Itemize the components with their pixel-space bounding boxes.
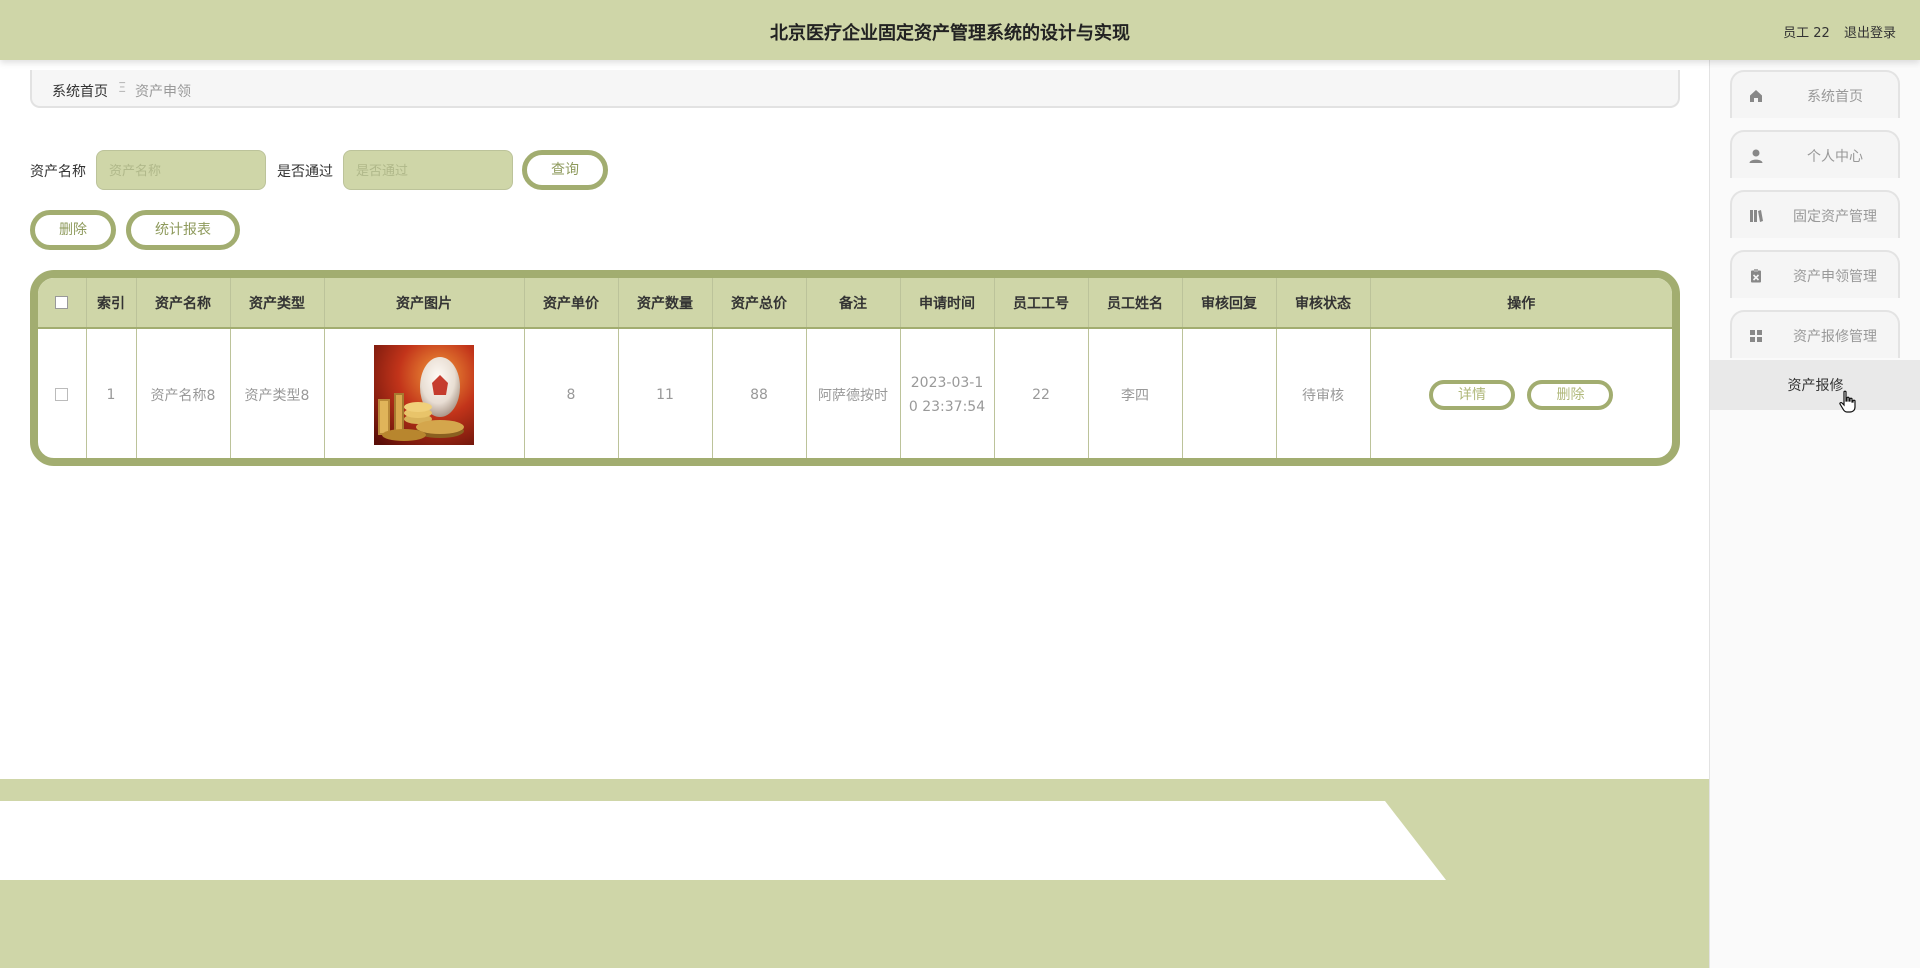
menu-item-fixed-assets[interactable]: 固定资产管理 (1730, 190, 1900, 238)
row-delete-button[interactable]: 删除 (1527, 379, 1614, 410)
menu-item-repair-management[interactable]: 资产报修管理 (1730, 310, 1900, 358)
cell-total: 88 (712, 328, 807, 458)
pass-input[interactable] (343, 150, 513, 190)
col-header-image: 资产图片 (324, 278, 525, 329)
cell-index: 1 (86, 328, 137, 458)
submenu-label-asset-repair: 资产报修 (1787, 378, 1844, 394)
asset-thumbnail (374, 344, 474, 445)
pass-label: 是否通过 (277, 164, 333, 180)
clipboard-icon (1751, 269, 1761, 283)
col-header-name: 资产名称 (136, 278, 231, 329)
cell-status: 待审核 (1276, 328, 1371, 458)
cell-remark: 阿萨德按时 (806, 328, 901, 458)
hand-cursor-icon (1839, 390, 1856, 413)
menu-label-fixed-assets: 固定资产管理 (1793, 209, 1877, 225)
menu-label-profile: 个人中心 (1807, 149, 1863, 165)
col-header-time: 申请时间 (900, 278, 995, 329)
user-icon (1749, 149, 1763, 163)
delete-button[interactable]: 删除 (30, 210, 116, 250)
logout-link[interactable]: 退出登录 (1844, 26, 1896, 41)
cell-image (324, 328, 525, 458)
cell-emp-no: 22 (994, 328, 1089, 458)
col-header-status: 审核状态 (1276, 278, 1371, 329)
breadcrumb-separator: Ξ (118, 81, 127, 96)
report-button[interactable]: 统计报表 (126, 210, 240, 250)
cell-type: 资产类型8 (230, 328, 325, 458)
table-header-row: 索引 资产名称 资产类型 资产图片 资产单价 资产数量 资产总价 备注 申请时间… (38, 278, 1672, 329)
col-header-total: 资产总价 (712, 278, 807, 329)
col-header-quantity: 资产数量 (618, 278, 713, 329)
user-area: 员工 22 退出登录 (1773, 22, 1896, 41)
menu-item-asset-claims[interactable]: 资产申领管理 (1730, 250, 1900, 298)
select-all-cell (38, 278, 87, 329)
asset-name-input[interactable] (96, 150, 266, 190)
breadcrumb-home[interactable]: 系统首页 (52, 81, 108, 101)
col-header-actions: 操作 (1370, 278, 1672, 329)
col-header-type: 资产类型 (230, 278, 325, 329)
breadcrumb: 系统首页 Ξ 资产申领 (30, 70, 1680, 108)
cell-unit-price: 8 (524, 328, 619, 458)
submenu-item-asset-repair[interactable]: 资产报修 (1710, 360, 1920, 410)
menu-label-asset-claims: 资产申领管理 (1793, 269, 1877, 285)
menu-label-repair-management: 资产报修管理 (1793, 329, 1877, 345)
user-label: 员工 22 (1783, 26, 1830, 41)
data-table: 索引 资产名称 资产类型 资产图片 资产单价 资产数量 资产总价 备注 申请时间… (30, 270, 1680, 466)
cell-emp-name: 李四 (1088, 328, 1183, 458)
col-header-unit-price: 资产单价 (524, 278, 619, 329)
query-button[interactable]: 查询 (522, 150, 608, 190)
side-menu: 系统首页 个人中心 固定资产管理 资产申领管理 资产报修管理 资产报修 (1709, 60, 1920, 968)
grid-icon (1750, 330, 1762, 342)
cell-name: 资产名称8 (136, 328, 231, 458)
table-row: 1 资产名称8 资产类型8 8 11 88 阿萨德按时 2023-03-1 0 … (38, 328, 1672, 458)
col-header-remark: 备注 (806, 278, 901, 329)
cell-time-line1: 2023-03-1 (910, 374, 984, 391)
col-header-reply: 审核回复 (1182, 278, 1277, 329)
top-header: 北京医疗企业固定资产管理系统的设计与实现 员工 22 退出登录 (0, 0, 1920, 60)
cell-time-line2: 0 23:37:54 (908, 398, 986, 415)
cell-time: 2023-03-1 0 23:37:54 (900, 328, 995, 458)
row-checkbox[interactable] (55, 388, 69, 401)
row-checkbox-cell (38, 328, 87, 458)
menu-item-home[interactable]: 系统首页 (1730, 70, 1900, 118)
menu-label-home: 系统首页 (1807, 89, 1863, 105)
asset-name-label: 资产名称 (30, 164, 86, 180)
decor-band-bottom (0, 880, 1709, 968)
cell-reply (1182, 328, 1277, 458)
cell-quantity: 11 (618, 328, 713, 458)
decor-band-top (0, 779, 1709, 801)
home-icon (1750, 90, 1762, 102)
detail-button[interactable]: 详情 (1429, 379, 1516, 410)
menu-item-profile[interactable]: 个人中心 (1730, 130, 1900, 178)
book-icon (1750, 210, 1763, 222)
page-title: 北京医疗企业固定资产管理系统的设计与实现 (770, 23, 1130, 44)
decor-slant (1385, 801, 1709, 880)
cell-actions: 详情 删除 (1370, 328, 1672, 458)
col-header-emp-no: 员工工号 (994, 278, 1089, 329)
breadcrumb-current: 资产申领 (135, 84, 191, 100)
col-header-index: 索引 (86, 278, 137, 329)
col-header-emp-name: 员工姓名 (1088, 278, 1183, 329)
select-all-checkbox[interactable] (55, 296, 69, 309)
